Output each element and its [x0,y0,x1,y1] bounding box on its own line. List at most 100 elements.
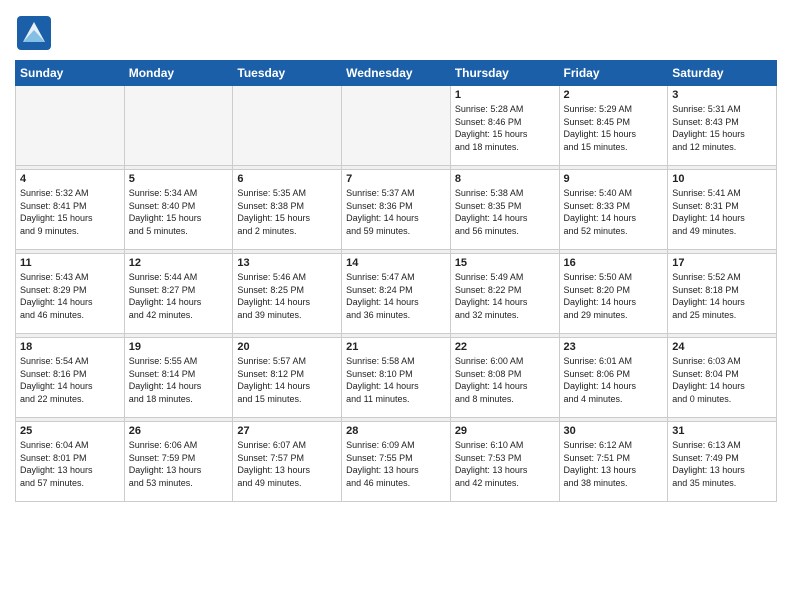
day-info: Sunrise: 6:12 AM Sunset: 7:51 PM Dayligh… [564,439,664,489]
calendar-cell: 7 Sunrise: 5:37 AM Sunset: 8:36 PM Daylig… [342,170,451,250]
day-number: 2 [564,89,664,101]
calendar-cell: 23 Sunrise: 6:01 AM Sunset: 8:06 PM Dayli… [559,338,668,418]
day-number: 12 [129,257,229,269]
calendar-cell: 10 Sunrise: 5:41 AM Sunset: 8:31 PM Dayli… [668,170,777,250]
day-number: 7 [346,173,446,185]
day-number: 11 [20,257,120,269]
calendar-cell: 9 Sunrise: 5:40 AM Sunset: 8:33 PM Daylig… [559,170,668,250]
calendar-cell: 4Sunrise: 5:32 AM Sunset: 8:41 PM Daylig… [16,170,125,250]
calendar-cell: 31Sunrise: 6:13 AM Sunset: 7:49 PM Dayli… [668,422,777,502]
day-number: 3 [672,89,772,101]
day-info: Sunrise: 5:49 AM Sunset: 8:22 PM Dayligh… [455,271,555,321]
day-number: 30 [564,425,664,437]
day-number: 14 [346,257,446,269]
calendar-cell: 22 Sunrise: 6:00 AM Sunset: 8:08 PM Dayli… [450,338,559,418]
day-info: Sunrise: 5:52 AM Sunset: 8:18 PM Dayligh… [672,271,772,321]
day-info: Sunrise: 5:32 AM Sunset: 8:41 PM Dayligh… [20,187,120,237]
calendar-cell: 15 Sunrise: 5:49 AM Sunset: 8:22 PM Dayli… [450,254,559,334]
day-number: 28 [346,425,446,437]
calendar-cell: 27 Sunrise: 6:07 AM Sunset: 7:57 PM Dayli… [233,422,342,502]
calendar-cell: 25 Sunrise: 6:04 AM Sunset: 8:01 PM Dayli… [16,422,125,502]
day-info: Sunrise: 5:44 AM Sunset: 8:27 PM Dayligh… [129,271,229,321]
calendar-cell [342,86,451,166]
calendar-cell: 14 Sunrise: 5:47 AM Sunset: 8:24 PM Dayli… [342,254,451,334]
day-number: 1 [455,89,555,101]
day-number: 23 [564,341,664,353]
calendar-week-row: 11Sunrise: 5:43 AM Sunset: 8:29 PM Dayli… [16,254,777,334]
calendar-cell: 5Sunrise: 5:34 AM Sunset: 8:40 PM Daylig… [124,170,233,250]
day-number: 22 [455,341,555,353]
day-info: Sunrise: 6:04 AM Sunset: 8:01 PM Dayligh… [20,439,120,489]
calendar-cell: 21 Sunrise: 5:58 AM Sunset: 8:10 PM Dayli… [342,338,451,418]
day-number: 21 [346,341,446,353]
calendar-cell: 2 Sunrise: 5:29 AM Sunset: 8:45 PM Daylig… [559,86,668,166]
calendar-cell [233,86,342,166]
calendar-cell: 17 Sunrise: 5:52 AM Sunset: 8:18 PM Dayli… [668,254,777,334]
day-number: 15 [455,257,555,269]
calendar-cell: 20Sunrise: 5:57 AM Sunset: 8:12 PM Dayli… [233,338,342,418]
day-info: Sunrise: 6:00 AM Sunset: 8:08 PM Dayligh… [455,355,555,405]
calendar-cell: 3 Sunrise: 5:31 AM Sunset: 8:43 PM Daylig… [668,86,777,166]
day-number: 8 [455,173,555,185]
day-info: Sunrise: 5:57 AM Sunset: 8:12 PM Dayligh… [237,355,337,405]
day-number: 17 [672,257,772,269]
calendar-week-row: 25 Sunrise: 6:04 AM Sunset: 8:01 PM Dayli… [16,422,777,502]
day-info: Sunrise: 6:07 AM Sunset: 7:57 PM Dayligh… [237,439,337,489]
day-number: 10 [672,173,772,185]
day-number: 16 [564,257,664,269]
day-number: 18 [20,341,120,353]
day-number: 13 [237,257,337,269]
day-info: Sunrise: 5:35 AM Sunset: 8:38 PM Dayligh… [237,187,337,237]
day-info: Sunrise: 5:40 AM Sunset: 8:33 PM Dayligh… [564,187,664,237]
weekday-header: Saturday [668,61,777,86]
calendar-cell: 13 Sunrise: 5:46 AM Sunset: 8:25 PM Dayli… [233,254,342,334]
header [15,10,777,52]
day-info: Sunrise: 5:46 AM Sunset: 8:25 PM Dayligh… [237,271,337,321]
day-info: Sunrise: 5:37 AM Sunset: 8:36 PM Dayligh… [346,187,446,237]
day-info: Sunrise: 5:47 AM Sunset: 8:24 PM Dayligh… [346,271,446,321]
day-number: 29 [455,425,555,437]
calendar-cell: 1 Sunrise: 5:28 AM Sunset: 8:46 PM Daylig… [450,86,559,166]
day-info: Sunrise: 5:31 AM Sunset: 8:43 PM Dayligh… [672,103,772,153]
day-info: Sunrise: 6:09 AM Sunset: 7:55 PM Dayligh… [346,439,446,489]
calendar-cell [16,86,125,166]
calendar-week-row: 4Sunrise: 5:32 AM Sunset: 8:41 PM Daylig… [16,170,777,250]
day-number: 25 [20,425,120,437]
weekday-header: Sunday [16,61,125,86]
calendar-cell: 28 Sunrise: 6:09 AM Sunset: 7:55 PM Dayli… [342,422,451,502]
day-number: 19 [129,341,229,353]
calendar-week-row: 18Sunrise: 5:54 AM Sunset: 8:16 PM Dayli… [16,338,777,418]
day-info: Sunrise: 6:01 AM Sunset: 8:06 PM Dayligh… [564,355,664,405]
day-info: Sunrise: 5:58 AM Sunset: 8:10 PM Dayligh… [346,355,446,405]
calendar-cell: 18Sunrise: 5:54 AM Sunset: 8:16 PM Dayli… [16,338,125,418]
day-number: 9 [564,173,664,185]
calendar-cell: 8 Sunrise: 5:38 AM Sunset: 8:35 PM Daylig… [450,170,559,250]
day-number: 24 [672,341,772,353]
logo-icon [15,14,53,52]
weekday-header: Monday [124,61,233,86]
weekday-header: Friday [559,61,668,86]
day-info: Sunrise: 5:29 AM Sunset: 8:45 PM Dayligh… [564,103,664,153]
calendar-week-row: 1 Sunrise: 5:28 AM Sunset: 8:46 PM Daylig… [16,86,777,166]
calendar-cell: 24Sunrise: 6:03 AM Sunset: 8:04 PM Dayli… [668,338,777,418]
day-info: Sunrise: 5:55 AM Sunset: 8:14 PM Dayligh… [129,355,229,405]
logo [15,14,57,52]
day-info: Sunrise: 5:41 AM Sunset: 8:31 PM Dayligh… [672,187,772,237]
day-number: 27 [237,425,337,437]
day-info: Sunrise: 5:28 AM Sunset: 8:46 PM Dayligh… [455,103,555,153]
day-info: Sunrise: 5:38 AM Sunset: 8:35 PM Dayligh… [455,187,555,237]
calendar-cell: 30 Sunrise: 6:12 AM Sunset: 7:51 PM Dayli… [559,422,668,502]
day-number: 6 [237,173,337,185]
calendar-cell: 16Sunrise: 5:50 AM Sunset: 8:20 PM Dayli… [559,254,668,334]
day-number: 31 [672,425,772,437]
calendar-cell: 6 Sunrise: 5:35 AM Sunset: 8:38 PM Daylig… [233,170,342,250]
page: SundayMondayTuesdayWednesdayThursdayFrid… [0,0,792,512]
calendar-cell: 11Sunrise: 5:43 AM Sunset: 8:29 PM Dayli… [16,254,125,334]
day-info: Sunrise: 5:34 AM Sunset: 8:40 PM Dayligh… [129,187,229,237]
calendar-header-row: SundayMondayTuesdayWednesdayThursdayFrid… [16,61,777,86]
calendar-table: SundayMondayTuesdayWednesdayThursdayFrid… [15,60,777,502]
day-info: Sunrise: 6:10 AM Sunset: 7:53 PM Dayligh… [455,439,555,489]
calendar-cell: 26Sunrise: 6:06 AM Sunset: 7:59 PM Dayli… [124,422,233,502]
weekday-header: Tuesday [233,61,342,86]
calendar-cell: 29 Sunrise: 6:10 AM Sunset: 7:53 PM Dayli… [450,422,559,502]
